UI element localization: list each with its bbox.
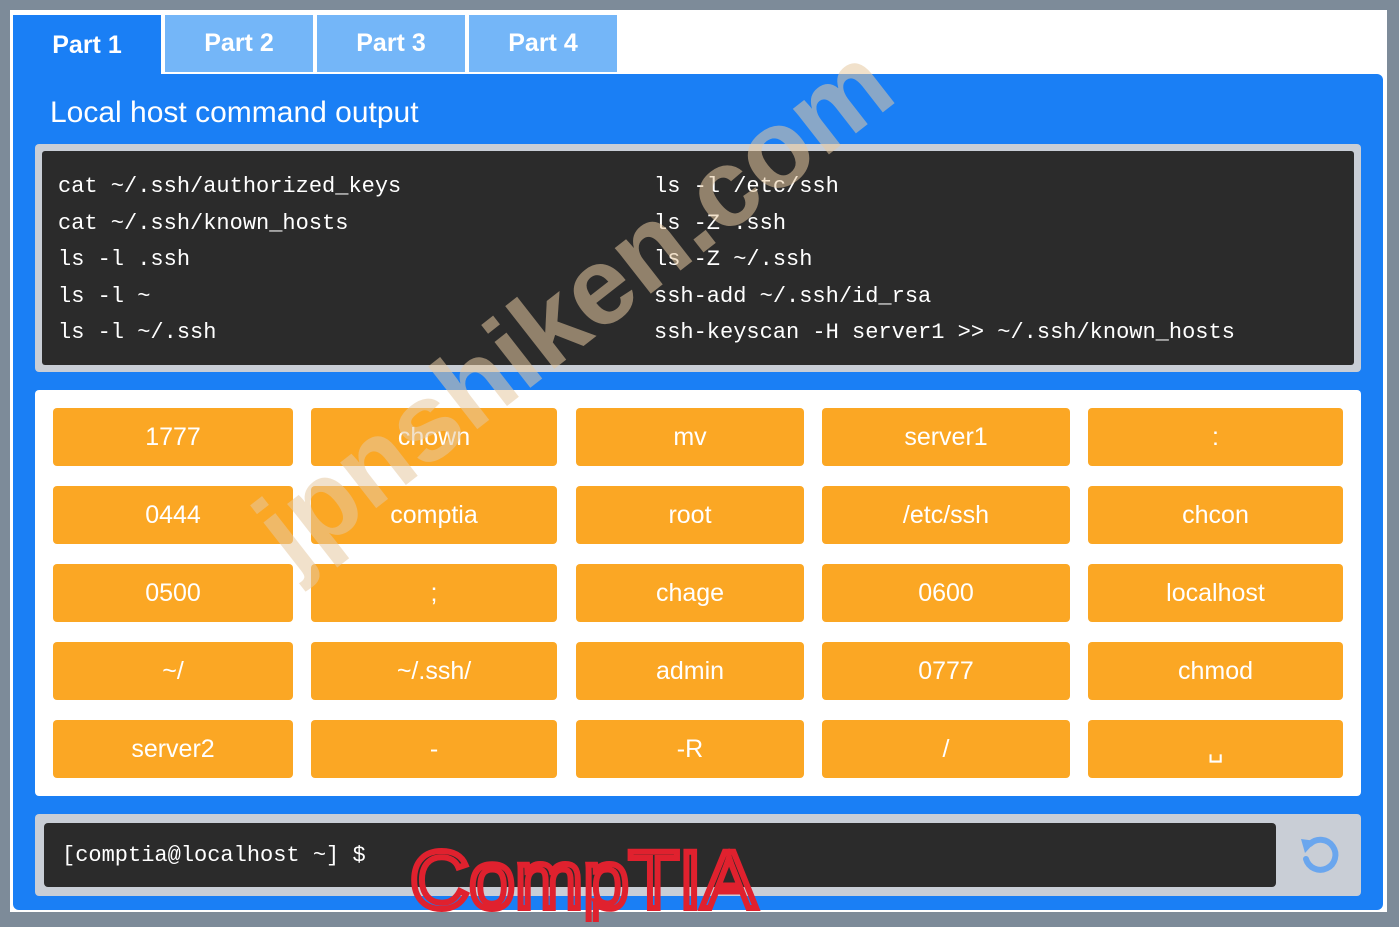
drag-tile[interactable]: /etc/ssh — [822, 486, 1070, 544]
drag-tile[interactable]: comptia — [311, 486, 557, 544]
drag-tile[interactable]: - — [311, 720, 557, 778]
drag-tile[interactable]: 0600 — [822, 564, 1070, 622]
drag-tile[interactable]: chcon — [1088, 486, 1343, 544]
tab-part-4[interactable]: Part 4 — [469, 15, 617, 72]
command-column-left: cat ~/.ssh/authorized_keys cat ~/.ssh/kn… — [58, 169, 401, 352]
command-line: cat ~/.ssh/authorized_keys — [58, 174, 402, 199]
command-line: ls -l /etc/ssh — [654, 174, 839, 199]
command-line: ls -l ~ — [58, 283, 151, 309]
part-panel: Local host command output cat ~/.ssh/aut… — [13, 74, 1383, 910]
exam-window: Part 1 Part 2 Part 3 Part 4 Local host c… — [10, 10, 1387, 927]
reset-icon — [1301, 836, 1339, 873]
command-line: ls -l ~/.ssh — [58, 320, 217, 345]
drag-tile[interactable]: 1777 — [53, 408, 293, 466]
tab-part-2[interactable]: Part 2 — [165, 15, 313, 72]
command-line: ls -l .ssh — [58, 247, 191, 272]
tab-part-1[interactable]: Part 1 — [13, 15, 161, 75]
drag-tile-grid: 1777 chown mv server1 : 0444 comptia roo… — [35, 390, 1361, 796]
tab-part-3[interactable]: Part 3 — [317, 15, 465, 72]
drag-tile[interactable]: admin — [576, 642, 804, 700]
command-output-terminal: cat ~/.ssh/authorized_keys cat ~/.ssh/kn… — [42, 151, 1354, 365]
drag-tile[interactable]: localhost — [1088, 564, 1343, 622]
command-line: ls -Z ~/.ssh — [654, 247, 813, 272]
drag-tile-space[interactable]: ␣ — [1088, 720, 1343, 778]
drag-tile[interactable]: 0500 — [53, 564, 293, 622]
drag-tile[interactable]: mv — [576, 408, 804, 466]
drag-tile[interactable]: / — [822, 720, 1070, 778]
drag-tile[interactable]: ~/ — [53, 642, 293, 700]
part-tabs: Part 1 Part 2 Part 3 Part 4 — [13, 15, 621, 75]
command-column-right: ls -l /etc/ssh ls -Z .ssh ls -Z ~/.ssh s… — [654, 169, 1235, 352]
command-line: ssh-add ~/.ssh/id_rsa — [654, 283, 932, 309]
command-line: ls -Z .ssh — [654, 210, 787, 236]
drag-tile[interactable]: server1 — [822, 408, 1070, 466]
drag-tile[interactable]: 0777 — [822, 642, 1070, 700]
drag-tile[interactable]: chown — [311, 408, 557, 466]
command-input-area[interactable]: [comptia@localhost ~] $ — [44, 823, 1276, 887]
drag-tile[interactable]: chmod — [1088, 642, 1343, 700]
drag-tile[interactable]: 0444 — [53, 486, 293, 544]
shell-prompt: [comptia@localhost ~] $ — [62, 842, 366, 868]
command-line: ssh-keyscan -H server1 >> ~/.ssh/known_h… — [654, 320, 1235, 345]
drag-tile[interactable]: chage — [576, 564, 804, 622]
drag-tile[interactable]: root — [576, 486, 804, 544]
drag-tile[interactable]: : — [1088, 408, 1343, 466]
drag-tile[interactable]: -R — [576, 720, 804, 778]
drag-tile[interactable]: server2 — [53, 720, 293, 778]
drag-tile[interactable]: ; — [311, 564, 557, 622]
drag-tile[interactable]: ~/.ssh/ — [311, 642, 557, 700]
reset-button[interactable] — [1289, 826, 1351, 884]
command-line: cat ~/.ssh/known_hosts — [58, 210, 349, 236]
command-builder: [comptia@localhost ~] $ — [35, 814, 1361, 896]
panel-title: Local host command output — [50, 96, 419, 129]
command-output-box: cat ~/.ssh/authorized_keys cat ~/.ssh/kn… — [35, 144, 1361, 372]
